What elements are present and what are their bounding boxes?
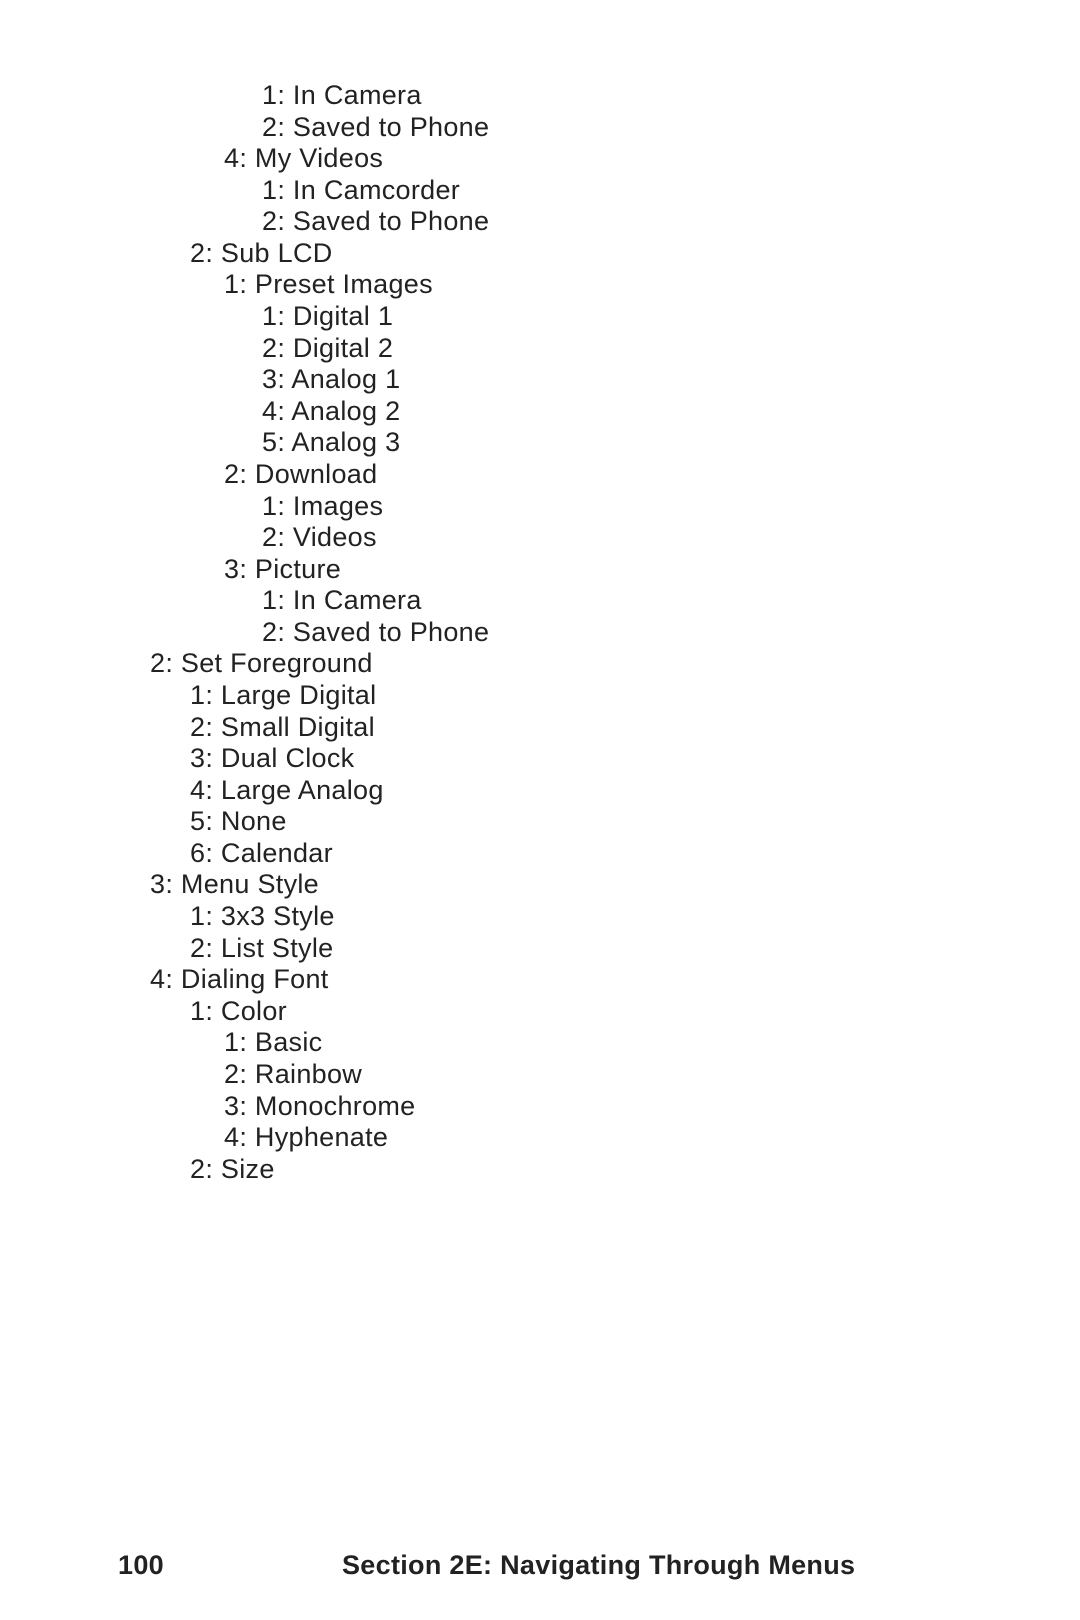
outline-line: 1: Large Digital: [150, 680, 489, 712]
outline-line: 4: Dialing Font: [150, 964, 489, 996]
outline-line: 3: Monochrome: [150, 1091, 489, 1123]
outline-line: 2: Saved to Phone: [150, 112, 489, 144]
outline-line: 4: Large Analog: [150, 775, 489, 807]
outline-line: 5: None: [150, 806, 489, 838]
outline-line: 2: Size: [150, 1154, 489, 1186]
outline-line: 1: Digital 1: [150, 301, 489, 333]
outline-line: 1: 3x3 Style: [150, 901, 489, 933]
outline-line: 1: Images: [150, 491, 489, 523]
outline-line: 1: Basic: [150, 1027, 489, 1059]
outline-line: 2: Saved to Phone: [150, 617, 489, 649]
outline-line: 3: Analog 1: [150, 364, 489, 396]
outline-line: 1: In Camera: [150, 585, 489, 617]
outline-line: 2: Download: [150, 459, 489, 491]
outline-line: 3: Picture: [150, 554, 489, 586]
outline-line: 5: Analog 3: [150, 427, 489, 459]
outline-line: 3: Dual Clock: [150, 743, 489, 775]
outline-line: 2: Rainbow: [150, 1059, 489, 1091]
outline-line: 6: Calendar: [150, 838, 489, 870]
outline-line: 4: Hyphenate: [150, 1122, 489, 1154]
outline-line: 1: In Camcorder: [150, 175, 489, 207]
outline-line: 1: In Camera: [150, 80, 489, 112]
page-number: 100: [118, 1550, 164, 1581]
outline-line: 2: Digital 2: [150, 333, 489, 365]
outline-line: 3: Menu Style: [150, 869, 489, 901]
section-title: Section 2E: Navigating Through Menus: [342, 1550, 855, 1581]
outline-line: 4: My Videos: [150, 143, 489, 175]
outline-line: 1: Color: [150, 996, 489, 1028]
outline-line: 2: Small Digital: [150, 712, 489, 744]
menu-outline: 1: In Camera2: Saved to Phone4: My Video…: [150, 80, 489, 1185]
outline-line: 2: Sub LCD: [150, 238, 489, 270]
outline-line: 2: Set Foreground: [150, 648, 489, 680]
outline-line: 4: Analog 2: [150, 396, 489, 428]
outline-line: 2: Saved to Phone: [150, 206, 489, 238]
outline-line: 2: List Style: [150, 933, 489, 965]
outline-line: 1: Preset Images: [150, 269, 489, 301]
outline-line: 2: Videos: [150, 522, 489, 554]
